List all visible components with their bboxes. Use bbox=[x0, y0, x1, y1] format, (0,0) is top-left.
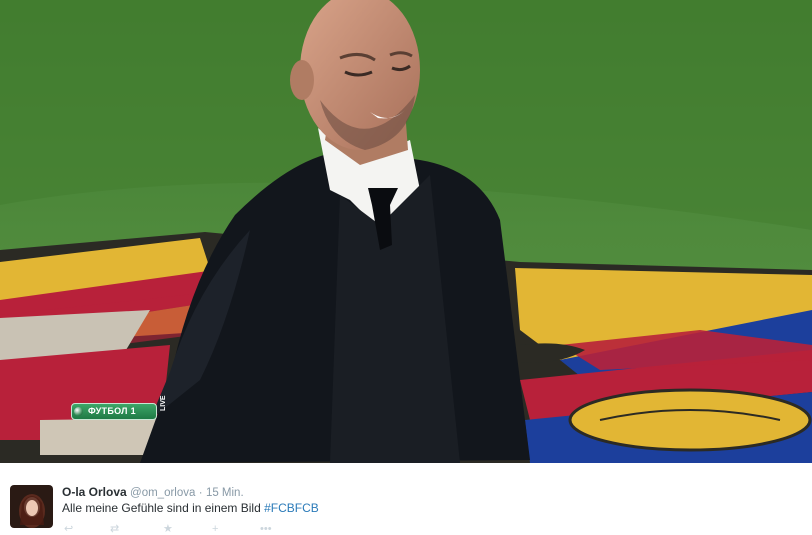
ball-icon bbox=[74, 407, 83, 416]
tv-channel-logo: ФУТБОЛ 1 LIVE bbox=[68, 395, 172, 425]
tweet-card: O-la Orlova @om_orlova · 15 Min. Alle me… bbox=[0, 463, 812, 535]
follow-icon[interactable]: + bbox=[212, 524, 218, 535]
separator: · bbox=[198, 487, 203, 499]
tweet-header: O-la Orlova @om_orlova · 15 Min. bbox=[62, 485, 244, 499]
channel-label: ФУТБОЛ 1 bbox=[71, 403, 157, 420]
tweet-time[interactable]: 15 Min. bbox=[206, 487, 244, 499]
favorite-icon[interactable]: ★ bbox=[163, 524, 173, 535]
avatar-image bbox=[10, 485, 53, 528]
tweet-actions: ↩ ⇄ ★ + ••• bbox=[62, 524, 292, 535]
display-name[interactable]: O-la Orlova bbox=[62, 485, 127, 499]
match-photo: ФУТБОЛ 1 LIVE bbox=[0, 0, 812, 463]
hashtag-link[interactable]: #FCBFCB bbox=[264, 501, 319, 515]
avatar[interactable] bbox=[10, 485, 53, 528]
retweet-icon[interactable]: ⇄ bbox=[110, 524, 119, 535]
tweet-body: Alle meine Gefühle sind in einem Bild bbox=[62, 501, 261, 515]
photo-scene bbox=[0, 0, 812, 463]
more-icon[interactable]: ••• bbox=[260, 524, 272, 535]
user-handle[interactable]: @om_orlova bbox=[130, 487, 195, 499]
live-label: LIVE bbox=[160, 395, 167, 411]
reply-icon[interactable]: ↩ bbox=[64, 524, 73, 535]
tweet-text: Alle meine Gefühle sind in einem Bild #F… bbox=[62, 501, 319, 515]
